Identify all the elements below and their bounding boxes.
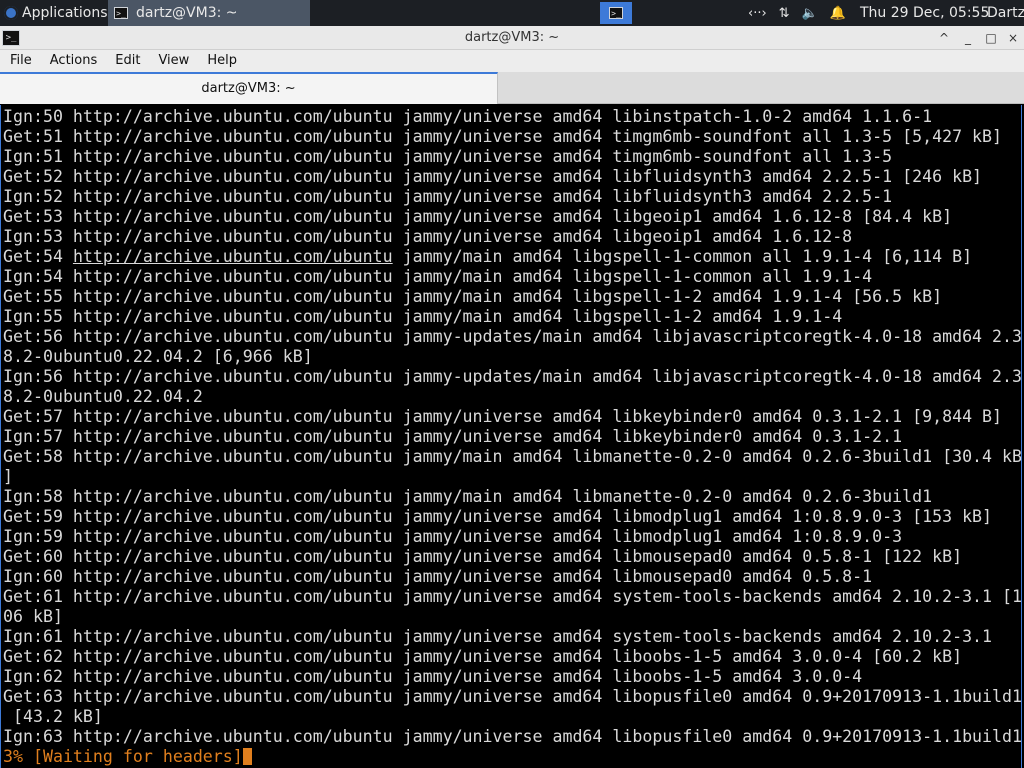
terminal-line: Get:56 http://archive.ubuntu.com/ubuntu … — [3, 327, 1022, 346]
terminal-line: Ign:57 http://archive.ubuntu.com/ubuntu … — [3, 427, 903, 446]
terminal-line: Ign:58 http://archive.ubuntu.com/ubuntu … — [3, 487, 933, 506]
applications-logo-icon — [4, 6, 18, 20]
terminal-line: 8.2-0ubuntu0.22.04.2 — [3, 387, 203, 406]
tab-terminal[interactable]: dartz@VM3: ~ — [0, 72, 498, 104]
terminal-line: Ign:50 http://archive.ubuntu.com/ubuntu … — [3, 107, 933, 126]
workspace-terminal-icon: >_ — [609, 7, 623, 19]
volume-icon[interactable]: 🔈 — [802, 6, 818, 21]
terminal-line: Get:57 http://archive.ubuntu.com/ubuntu … — [3, 407, 1003, 426]
terminal-line: Get:54 http://archive.ubuntu.com/ubuntu … — [3, 247, 973, 266]
menu-actions[interactable]: Actions — [41, 50, 107, 72]
user-menu[interactable]: Dartz — [987, 0, 1024, 26]
terminal-line: Get:61 http://archive.ubuntu.com/ubuntu … — [3, 587, 1022, 606]
terminal-line: 06 kB] — [3, 607, 63, 626]
terminal-line: Get:52 http://archive.ubuntu.com/ubuntu … — [3, 167, 983, 186]
terminal-line: ] — [3, 467, 13, 486]
terminal-line: Get:55 http://archive.ubuntu.com/ubuntu … — [3, 287, 943, 306]
shade-button[interactable]: ^ — [934, 26, 954, 50]
terminal-line: Ign:62 http://archive.ubuntu.com/ubuntu … — [3, 667, 863, 686]
transfer-icon[interactable]: ⇅ — [779, 6, 790, 21]
terminal-line: Get:60 http://archive.ubuntu.com/ubuntu … — [3, 547, 963, 566]
window-titlebar[interactable]: >_ dartz@VM3: ~ ^ _ □ × — [0, 26, 1024, 50]
progress-status-text: 3% [Waiting for headers] — [3, 747, 243, 766]
terminal-line: Ign:60 http://archive.ubuntu.com/ubuntu … — [3, 567, 873, 586]
terminal-lines: Ign:50 http://archive.ubuntu.com/ubuntu … — [3, 107, 1022, 767]
network-icon[interactable]: ‹··› — [748, 6, 767, 21]
menu-edit[interactable]: Edit — [106, 50, 149, 72]
terminal-line: Get:58 http://archive.ubuntu.com/ubuntu … — [3, 447, 1022, 466]
terminal-icon: >_ — [114, 7, 128, 19]
applications-menu-button[interactable]: Applications — [0, 0, 108, 26]
notification-bell-icon[interactable]: 🔔 — [830, 6, 846, 21]
tab-bar: dartz@VM3: ~ — [0, 72, 1024, 104]
terminal-cursor — [242, 748, 252, 765]
terminal-line: 8.2-0ubuntu0.22.04.2 [6,966 kB] — [3, 347, 313, 366]
progress-status-line: 3% [Waiting for headers] — [3, 747, 1021, 767]
menu-bar: File Actions Edit View Help — [0, 50, 1024, 72]
terminal-line: Ign:63 http://archive.ubuntu.com/ubuntu … — [3, 727, 1022, 746]
applications-label: Applications — [22, 5, 108, 21]
taskbar-terminal-label: dartz@VM3: ~ — [136, 5, 238, 21]
terminal-line: Ign:55 http://archive.ubuntu.com/ubuntu … — [3, 307, 843, 326]
terminal-line: Ign:59 http://archive.ubuntu.com/ubuntu … — [3, 527, 903, 546]
terminal-line: Get:53 http://archive.ubuntu.com/ubuntu … — [3, 207, 953, 226]
terminal-line: Ign:53 http://archive.ubuntu.com/ubuntu … — [3, 227, 853, 246]
terminal-link[interactable]: http://archive.ubuntu.com/ubuntu — [73, 247, 393, 266]
menu-help[interactable]: Help — [198, 50, 246, 72]
clock[interactable]: Thu 29 Dec, 05:55 — [860, 0, 989, 26]
terminal-line: Ign:61 http://archive.ubuntu.com/ubuntu … — [3, 627, 993, 646]
menu-view[interactable]: View — [149, 50, 198, 72]
system-tray: ‹··› ⇅ 🔈 🔔 — [748, 0, 846, 26]
terminal-line: Ign:56 http://archive.ubuntu.com/ubuntu … — [3, 367, 1022, 386]
terminal-line: Ign:51 http://archive.ubuntu.com/ubuntu … — [3, 147, 893, 166]
maximize-button[interactable]: □ — [981, 26, 1001, 50]
terminal-line: Ign:52 http://archive.ubuntu.com/ubuntu … — [3, 187, 893, 206]
workspace-switcher-button[interactable]: >_ — [600, 2, 632, 24]
menu-file[interactable]: File — [0, 50, 41, 72]
terminal-line: Get:51 http://archive.ubuntu.com/ubuntu … — [3, 127, 1003, 146]
terminal-output[interactable]: Ign:50 http://archive.ubuntu.com/ubuntu … — [0, 105, 1022, 768]
window-title: dartz@VM3: ~ — [464, 30, 560, 45]
terminal-line: Get:63 http://archive.ubuntu.com/ubuntu … — [3, 687, 1022, 706]
close-button[interactable]: × — [1003, 26, 1023, 50]
minimize-button[interactable]: _ — [958, 26, 978, 50]
terminal-line: Get:62 http://archive.ubuntu.com/ubuntu … — [3, 647, 963, 666]
terminal-line: Ign:54 http://archive.ubuntu.com/ubuntu … — [3, 267, 873, 286]
terminal-line: [43.2 kB] — [3, 707, 103, 726]
top-panel: Applications >_ dartz@VM3: ~ >_ ‹··› ⇅ 🔈… — [0, 0, 1024, 26]
taskbar-terminal-button[interactable]: >_ dartz@VM3: ~ — [108, 0, 310, 26]
terminal-line: Get:59 http://archive.ubuntu.com/ubuntu … — [3, 507, 993, 526]
